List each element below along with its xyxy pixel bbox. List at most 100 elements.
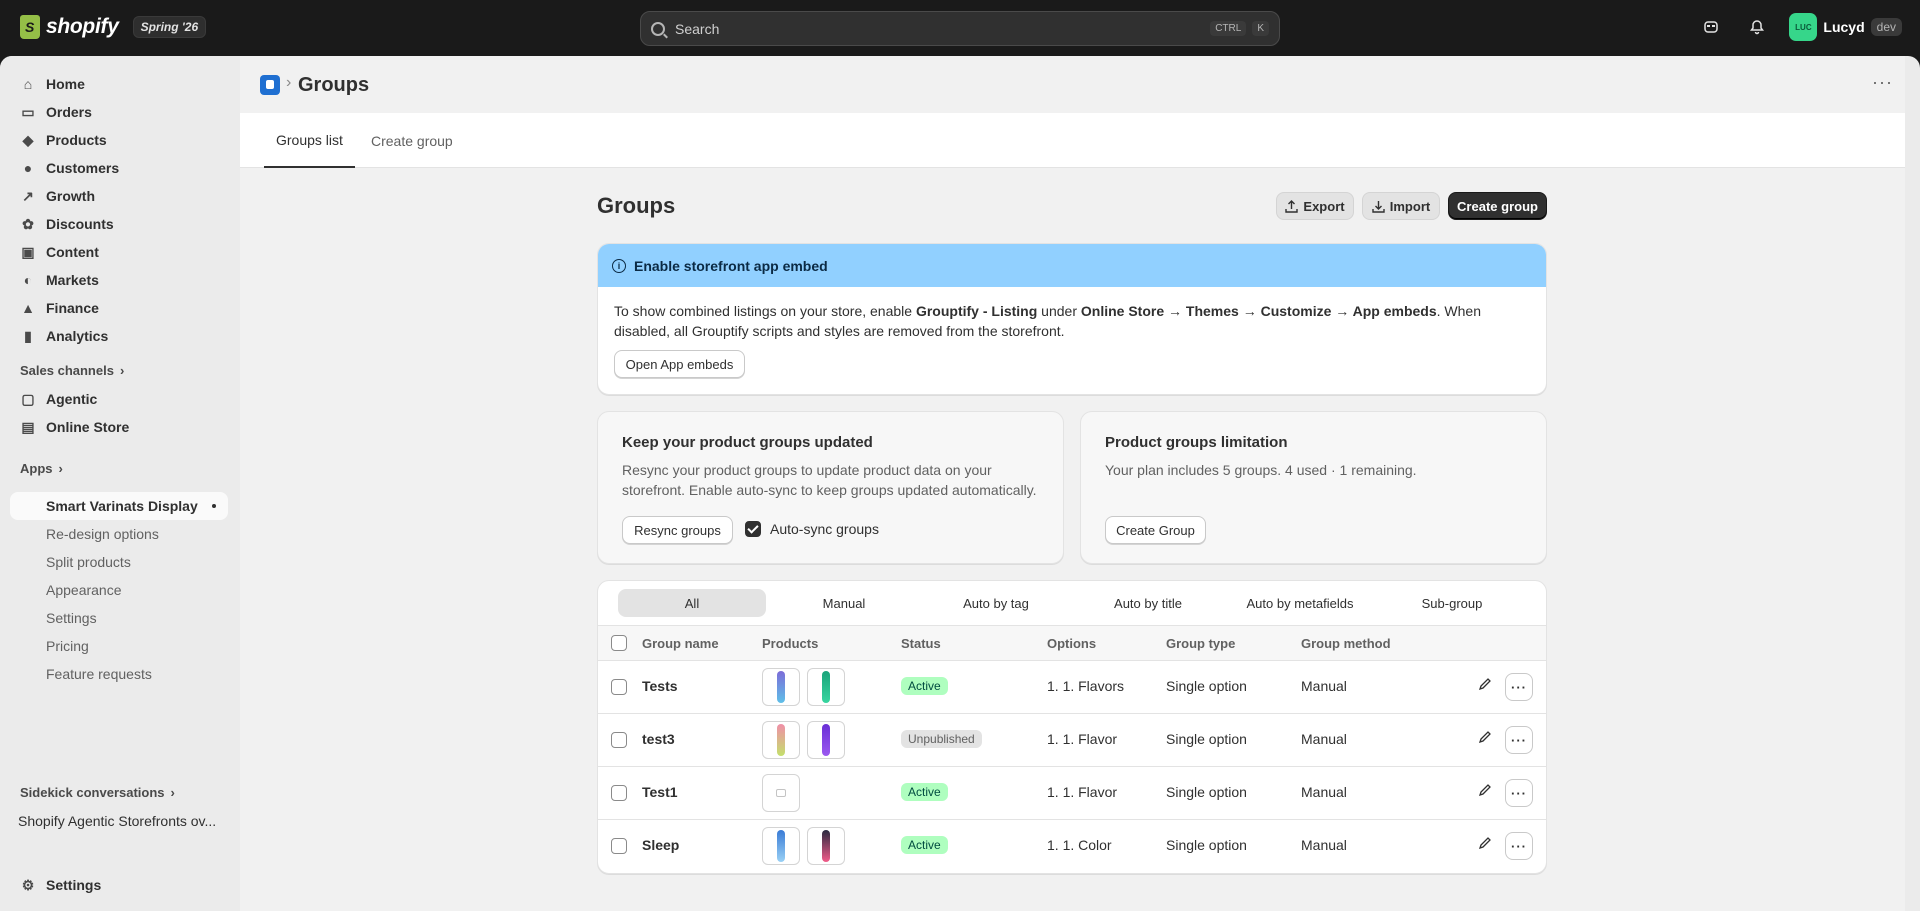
auto-sync-checkbox[interactable]: Auto-sync groups [745,521,879,537]
sidebar: ⌂ Home ▭ Orders ◆ Products ● Customers ↗ Grow… [0,56,240,911]
shortcut-ctrl: CTRL [1210,21,1247,36]
sidekick-conversation-item[interactable]: Shopify Agentic Storefronts ov... [10,807,228,835]
sidebar-subitem-pricing[interactable]: Pricing [10,632,228,660]
export-button[interactable]: Export [1276,192,1354,220]
pencil-icon [1478,731,1491,744]
top-bar: shopify Spring '26 Search CTRL K LUC Luc… [0,0,1920,56]
edit-icon[interactable] [1478,836,1492,854]
card-text: Your plan includes 5 groups. 4 used · 1 … [1105,462,1417,478]
pencil-icon [1478,784,1491,797]
sidebar-subitem-settings[interactable]: Settings [10,604,228,632]
product-thumbnail [762,668,800,706]
app-frame: ⌂ Home ▭ Orders ◆ Products ● Customers ↗ Grow… [0,56,1920,911]
group-name[interactable]: Tests [642,678,678,694]
filter-all[interactable]: All [618,589,766,617]
page-header: › Groups ··· [240,56,1905,113]
filter-auto-by-title[interactable]: Auto by title [1074,589,1222,617]
sidebar-item-label: Settings [46,610,97,626]
resync-groups-button[interactable]: Resync groups [622,516,733,544]
group-type-cell: Single option [1166,837,1247,853]
group-type-cell: Single option [1166,731,1247,747]
import-button[interactable]: Import [1362,192,1440,220]
table-row[interactable]: test3 Unpublished 1. 1. Flavor Single optio… [598,714,1546,767]
button-label: Export [1303,198,1345,214]
product-placeholder-image [762,774,800,812]
sales-channels-header[interactable]: Sales channels › [20,363,124,378]
create-group-button[interactable]: Create group [1448,192,1547,220]
sidebar-item-customers[interactable]: ● Customers [10,154,228,182]
row-more-actions-button[interactable]: ··· [1505,726,1533,754]
banner-text: To show combined listings on your store,… [614,301,1534,341]
sidebar-item-growth[interactable]: ↗ Growth [10,182,228,210]
filter-label: Auto by title [1114,595,1182,611]
column-header: Options [1047,636,1097,651]
discount-icon: ✿ [22,215,34,232]
sidebar-item-label: Growth [46,188,95,204]
sidebar-item-products[interactable]: ◆ Products [10,126,228,154]
product-thumbnail [807,668,845,706]
home-icon: ⌂ [23,76,33,92]
options-cell: 1. 1. Flavor [1047,731,1118,747]
product-thumbnail [807,721,845,759]
sidebar-subitem-feature-requests[interactable]: Feature requests [10,660,228,688]
sidekick-header[interactable]: Sidekick conversations › [20,785,175,800]
sidebar-item-content[interactable]: ▣ Content [10,238,228,266]
tab-create-group[interactable]: Create group [371,113,453,168]
column-header[interactable]: Group name [642,636,719,651]
product-image [822,724,830,756]
edit-icon[interactable] [1478,730,1492,748]
filter-manual[interactable]: Manual [770,589,918,617]
sidebar-subitem-appearance[interactable]: Appearance [10,576,228,604]
create-group-card-button[interactable]: Create Group [1105,516,1206,544]
group-name[interactable]: Test1 [642,784,678,800]
row-checkbox[interactable] [611,679,627,695]
sidekick-button[interactable] [1697,13,1725,41]
filter-tabs: All Manual Auto by tag Auto by title Aut… [598,581,1546,625]
search-bar[interactable]: Search CTRL K [640,11,1280,46]
table-body: Tests Active 1. 1. Flavors Single option Man… [598,661,1546,873]
row-more-actions-button[interactable]: ··· [1505,673,1533,701]
group-name[interactable]: Sleep [642,837,679,853]
sidebar-item-analytics[interactable]: ▮ Analytics [10,322,228,350]
table-row[interactable]: Sleep Active 1. 1. Color Single option Manua… [598,820,1546,873]
filter-auto-by-tag[interactable]: Auto by tag [922,589,1070,617]
apps-header[interactable]: Apps › [20,461,63,476]
sidebar-item-finance[interactable]: ▲ Finance [10,294,228,322]
group-name[interactable]: test3 [642,731,675,747]
tab-label: Groups list [276,131,343,148]
sidebar-subitem-split[interactable]: Split products [10,548,228,576]
sidebar-item-home[interactable]: ⌂ Home [10,70,228,98]
table-row[interactable]: Test1 Active 1. 1. Flavor Single option Manu… [598,767,1546,820]
row-checkbox[interactable] [611,785,627,801]
sidebar-item-settings[interactable]: ⚙ Settings [10,871,228,899]
sidebar-item-markets[interactable]: ◐ Markets [10,266,228,294]
edit-icon[interactable] [1478,783,1492,801]
sidebar-item-discounts[interactable]: ✿ Discounts [10,210,228,238]
tab-groups-list[interactable]: Groups list [264,113,355,168]
open-app-embeds-button[interactable]: Open App embeds [614,350,745,378]
checkbox-checked-icon[interactable] [745,521,761,537]
filter-auto-by-metafields[interactable]: Auto by metafields [1226,589,1374,617]
sidebar-item-orders[interactable]: ▭ Orders [10,98,228,126]
sidebar-item-online-store[interactable]: ▤ Online Store [10,413,228,441]
filter-sub-group[interactable]: Sub-group [1378,589,1526,617]
store-icon: ▤ [21,418,35,435]
sidebar-item-app[interactable]: Smart Varinats Display [10,492,228,520]
row-checkbox[interactable] [611,838,627,854]
select-all-checkbox[interactable] [611,635,627,651]
shopify-logo[interactable]: shopify Spring '26 [20,15,207,39]
table-row[interactable]: Tests Active 1. 1. Flavors Single option Man… [598,661,1546,714]
row-more-actions-button[interactable]: ··· [1505,779,1533,807]
edit-icon[interactable] [1478,677,1492,695]
notifications-button[interactable] [1743,13,1771,41]
app-icon[interactable] [260,75,280,95]
button-label: Create group [1457,198,1538,214]
row-checkbox[interactable] [611,732,627,748]
sidekick-icon [1704,21,1719,33]
sidebar-item-agentic[interactable]: ▢ Agentic [10,385,228,413]
more-actions-icon[interactable]: ··· [1872,72,1893,93]
sidebar-subitem-redesign[interactable]: Re-design options [10,520,228,548]
user-menu[interactable]: LUC Lucyd dev [1789,13,1902,41]
row-more-actions-button[interactable]: ··· [1505,832,1533,860]
column-header[interactable]: Status [901,636,941,651]
